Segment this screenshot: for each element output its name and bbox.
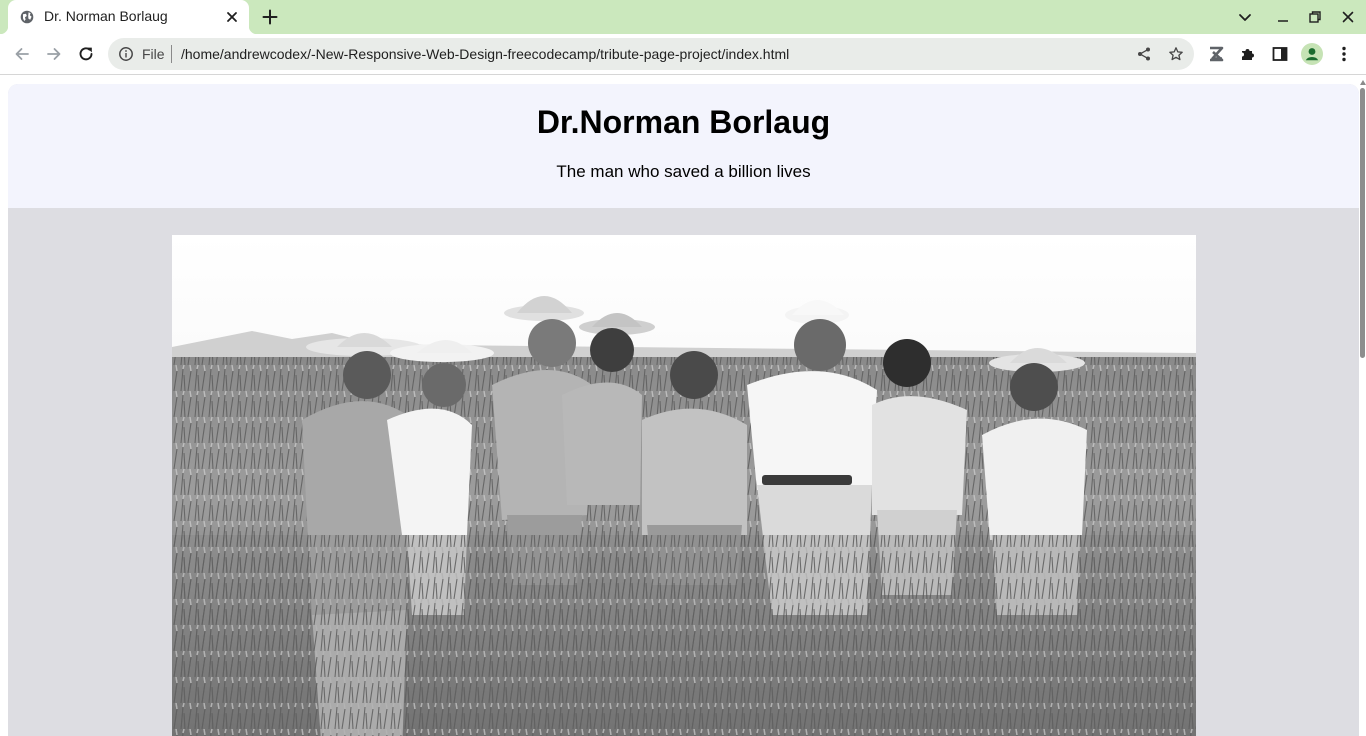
chevron-down-icon[interactable] [1237, 9, 1253, 25]
new-tab-button[interactable] [260, 7, 280, 27]
side-panel-icon[interactable] [1270, 44, 1290, 64]
kebab-menu-icon[interactable] [1334, 44, 1354, 64]
star-icon[interactable] [1168, 46, 1184, 62]
browser-toolbar: File /home/andrewcodex/-New-Responsive-W… [0, 34, 1366, 75]
info-icon[interactable] [118, 46, 134, 62]
address-bar[interactable]: File /home/andrewcodex/-New-Responsive-W… [108, 38, 1194, 70]
globe-icon [20, 10, 34, 24]
browser-tab[interactable]: Dr. Norman Borlaug [0, 0, 257, 34]
tab-strip: Dr. Norman Borlaug [0, 0, 1366, 34]
main-content: Dr.Norman Borlaug The man who saved a bi… [8, 84, 1359, 736]
scheme-label: File [142, 46, 165, 62]
profile-avatar-icon[interactable] [1301, 43, 1323, 65]
wheat-field-photo-illustration [172, 235, 1196, 736]
page-viewport: Dr.Norman Borlaug The man who saved a bi… [0, 76, 1366, 736]
share-icon[interactable] [1136, 46, 1152, 62]
scrollbar-thumb[interactable] [1360, 88, 1365, 358]
forward-arrow-icon[interactable] [44, 44, 64, 64]
vertical-scrollbar[interactable] [1359, 76, 1366, 736]
close-window-icon[interactable] [1340, 9, 1356, 25]
page-title: Dr.Norman Borlaug [536, 104, 831, 140]
close-tab-icon[interactable] [224, 9, 240, 25]
page-subtitle: The man who saved a billion lives [556, 162, 811, 181]
tribute-photo [172, 235, 1196, 736]
tab-title: Dr. Norman Borlaug [44, 8, 168, 24]
scroll-up-arrow-icon[interactable] [1360, 80, 1366, 85]
reload-icon[interactable] [76, 44, 96, 64]
scheme-divider [171, 45, 172, 63]
minimize-icon[interactable] [1275, 9, 1291, 25]
restore-icon[interactable] [1307, 9, 1323, 25]
url-text[interactable]: /home/andrewcodex/-New-Responsive-Web-De… [181, 46, 789, 62]
puzzle-icon[interactable] [1238, 44, 1258, 64]
z-extension-icon[interactable] [1206, 44, 1226, 64]
back-arrow-icon[interactable] [12, 44, 32, 64]
page-header: Dr.Norman Borlaug The man who saved a bi… [8, 84, 1359, 208]
